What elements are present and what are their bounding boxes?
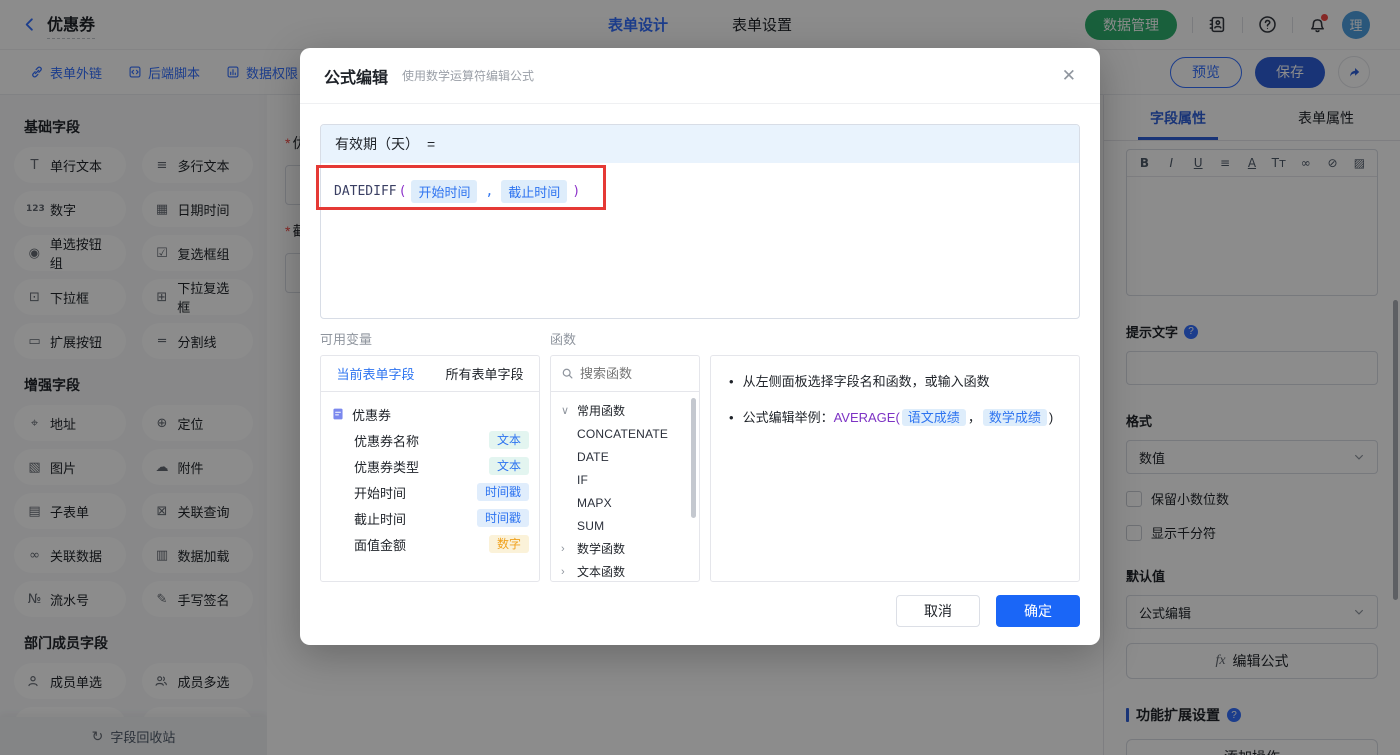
variable-item[interactable]: 开始时间 时间戳 bbox=[331, 479, 529, 505]
formula-target-row: 有效期（天） = bbox=[321, 125, 1079, 163]
form-doc-icon bbox=[331, 407, 345, 421]
scrollbar-thumb[interactable] bbox=[691, 398, 696, 518]
function-group-common[interactable]: ∨ 常用函数 bbox=[561, 399, 695, 422]
function-group-text[interactable]: › 文本函数 bbox=[561, 560, 695, 583]
type-badge: 时间戳 bbox=[476, 509, 529, 527]
formula-editor-modal: 公式编辑 使用数学运算符编辑公式 ✕ 有效期（天） = DATEDIFF(开始时… bbox=[300, 48, 1100, 645]
chevron-down-icon: ∨ bbox=[561, 405, 570, 417]
function-item[interactable]: DATE bbox=[561, 445, 695, 468]
chevron-right-icon: › bbox=[561, 542, 565, 555]
tab-all-form-fields[interactable]: 所有表单字段 bbox=[430, 356, 539, 391]
functions-panel: ∨常用函数 CONCATENATE DATE IF MAPX SUM ›数学函数… bbox=[550, 355, 700, 582]
example-arg-chip: 语文成绩 bbox=[901, 409, 966, 426]
function-group-math[interactable]: › 数学函数 bbox=[561, 537, 695, 560]
formula-expression[interactable]: DATEDIFF(开始时间, 截止时间) bbox=[321, 163, 1079, 220]
modal-title: 公式编辑 bbox=[324, 69, 389, 87]
formula-function-name: DATEDIFF bbox=[334, 184, 397, 199]
function-item[interactable]: MAPX bbox=[561, 491, 695, 514]
function-item[interactable]: CONCATENATE bbox=[561, 422, 695, 445]
chevron-right-icon: › bbox=[561, 565, 565, 578]
example-function: AVERAGE( bbox=[833, 410, 900, 425]
modal-header: 公式编辑 使用数学运算符编辑公式 ✕ bbox=[300, 48, 1100, 104]
variable-item[interactable]: 优惠券类型 文本 bbox=[331, 453, 529, 479]
close-icon[interactable]: ✕ bbox=[1062, 67, 1076, 84]
example-arg-chip: 数学成绩 bbox=[982, 409, 1047, 426]
variable-item[interactable]: 优惠券名称 文本 bbox=[331, 427, 529, 453]
formula-target-field: 有效期（天） bbox=[335, 136, 419, 152]
variables-panel: 当前表单字段 所有表单字段 优惠券 优惠券名称 文本 优惠券类型 文本 开始时间 时间… bbox=[320, 355, 540, 582]
function-item[interactable]: SUM bbox=[561, 514, 695, 537]
type-badge: 时间戳 bbox=[476, 483, 529, 501]
functions-label: 函数 bbox=[550, 332, 577, 347]
tip-example-line: • 公式编辑举例：AVERAGE(语文成绩，数学成绩) bbox=[729, 409, 1054, 426]
formula-arg-chip[interactable]: 开始时间 bbox=[411, 180, 478, 203]
type-badge: 文本 bbox=[488, 431, 529, 449]
variable-item[interactable]: 截止时间 时间戳 bbox=[331, 505, 529, 531]
cancel-button[interactable]: 取消 bbox=[896, 595, 980, 627]
type-badge: 数字 bbox=[488, 535, 529, 553]
formula-arg-chip[interactable]: 截止时间 bbox=[501, 180, 568, 203]
tip-line: • 从左侧面板选择字段名和函数，或输入函数 bbox=[729, 374, 990, 389]
type-badge: 文本 bbox=[488, 457, 529, 475]
variable-item[interactable]: 面值金额 数字 bbox=[331, 531, 529, 557]
function-search-input[interactable] bbox=[580, 366, 680, 381]
function-item[interactable]: IF bbox=[561, 468, 695, 491]
tab-current-form-fields[interactable]: 当前表单字段 bbox=[321, 356, 430, 391]
modal-subtitle: 使用数学运算符编辑公式 bbox=[402, 69, 535, 83]
confirm-button[interactable]: 确定 bbox=[996, 595, 1080, 627]
formula-equals: = bbox=[427, 136, 436, 152]
formula-editor[interactable]: 有效期（天） = DATEDIFF(开始时间, 截止时间) bbox=[320, 124, 1080, 319]
function-search[interactable] bbox=[551, 356, 699, 392]
variables-label: 可用变量 bbox=[320, 332, 373, 347]
tree-root-form[interactable]: 优惠券 bbox=[331, 401, 529, 427]
search-icon bbox=[561, 367, 574, 380]
tips-panel: • 从左侧面板选择字段名和函数，或输入函数 • 公式编辑举例：AVERAGE(语… bbox=[710, 355, 1080, 582]
